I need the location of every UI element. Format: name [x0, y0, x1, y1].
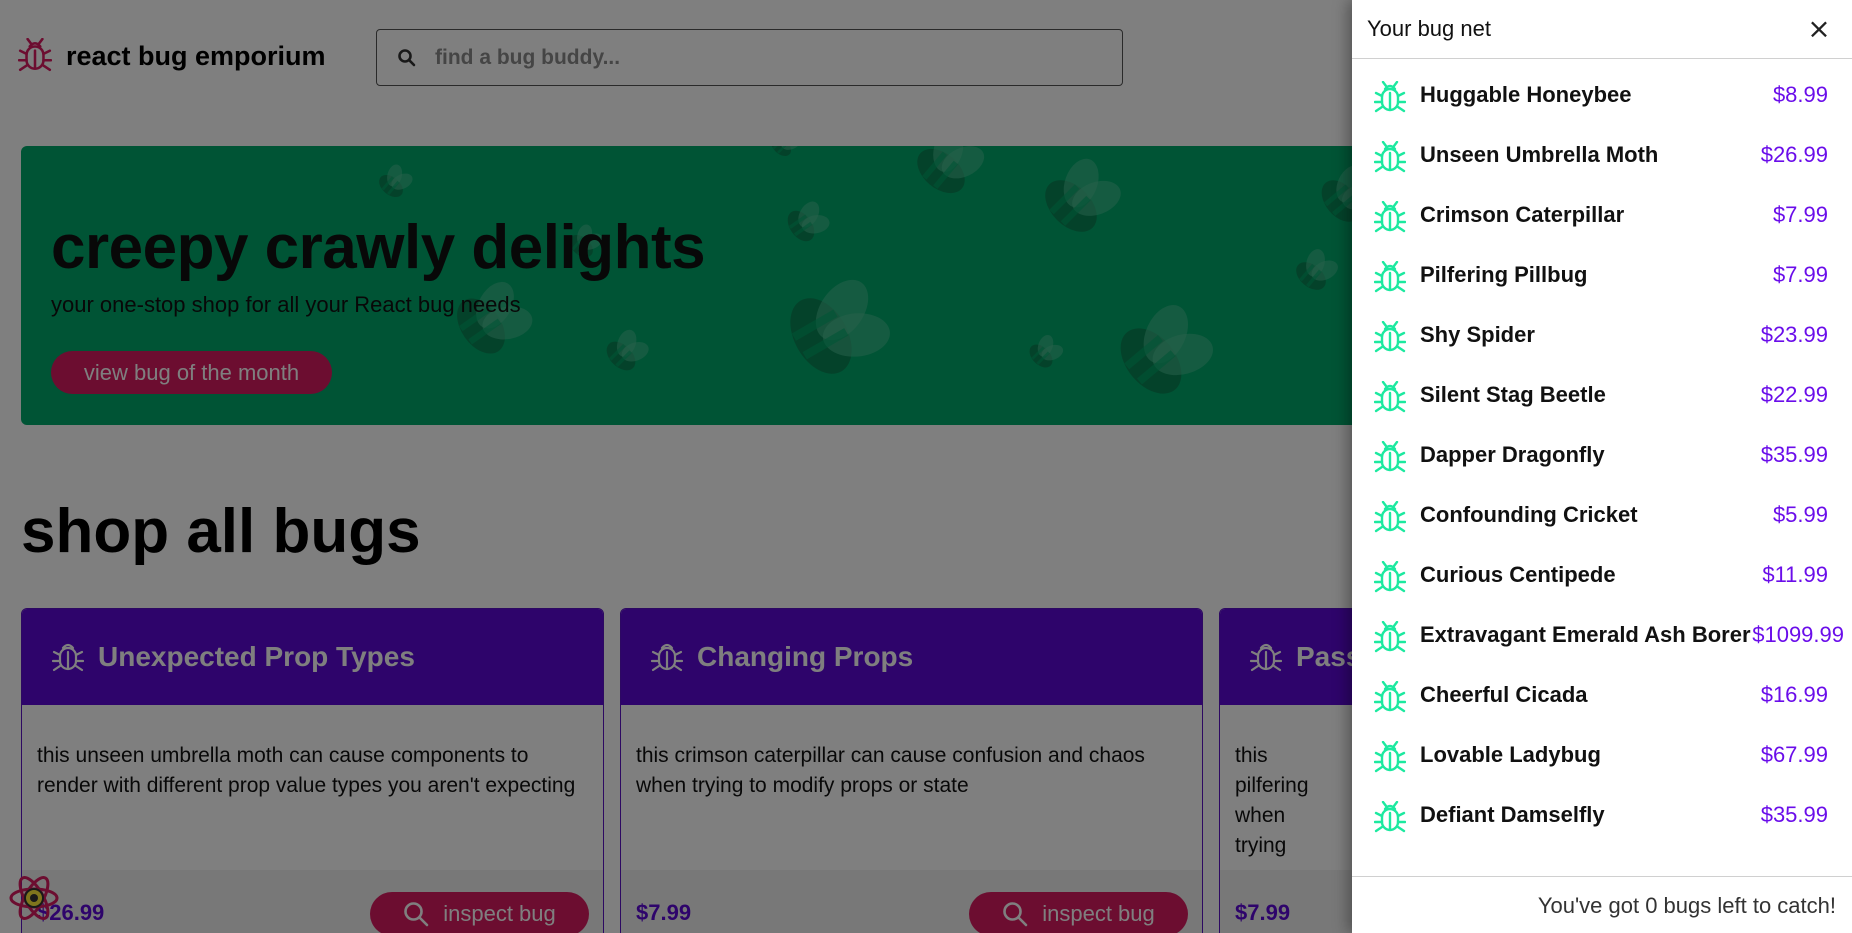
- list-item: Cheerful Cicada $16.99: [1352, 666, 1852, 726]
- list-item: Defiant Damselfly $35.99: [1352, 786, 1852, 846]
- bug-name: Curious Centipede: [1420, 562, 1616, 587]
- bug-price: $35.99: [1760, 802, 1828, 827]
- bug-price: $7.99: [1772, 262, 1828, 287]
- bug-name: Cheerful Cicada: [1420, 682, 1588, 707]
- bug-icon: [1374, 681, 1406, 715]
- bug-icon: [1374, 621, 1406, 655]
- bugs-remaining-text: You've got 0 bugs left to catch!: [1537, 893, 1836, 918]
- bug-name: Shy Spider: [1420, 322, 1535, 347]
- bug-name: Lovable Ladybug: [1420, 742, 1601, 767]
- bug-icon: [1374, 81, 1406, 115]
- close-icon[interactable]: ×: [1804, 14, 1834, 44]
- bug-price: $8.99: [1772, 82, 1828, 107]
- bug-name: Pilfering Pillbug: [1420, 262, 1588, 287]
- bug-icon: [1374, 501, 1406, 535]
- bug-name: Crimson Caterpillar: [1420, 202, 1625, 227]
- bug-price: $16.99: [1760, 682, 1828, 707]
- bug-name: Silent Stag Beetle: [1420, 382, 1606, 407]
- bug-name: Dapper Dragonfly: [1420, 442, 1605, 467]
- list-item: Confounding Cricket $5.99: [1352, 486, 1852, 546]
- bug-name: Huggable Honeybee: [1420, 82, 1632, 107]
- bug-icon: [1374, 741, 1406, 775]
- bug-price: $5.99: [1772, 502, 1828, 527]
- bug-icon: [1374, 561, 1406, 595]
- bug-name: Extravagant Emerald Ash Borer: [1420, 622, 1751, 647]
- bug-name: Unseen Umbrella Moth: [1420, 142, 1659, 167]
- bug-icon: [1374, 381, 1406, 415]
- bug-price: $67.99: [1760, 742, 1828, 767]
- bug-price: $26.99: [1760, 142, 1828, 167]
- list-item: Lovable Ladybug $67.99: [1352, 726, 1852, 786]
- bug-name: Defiant Damselfly: [1420, 802, 1605, 827]
- bug-net-drawer: Your bug net × Huggable Honeybee $8.99 Un…: [1352, 0, 1852, 933]
- list-item: Crimson Caterpillar $7.99: [1352, 186, 1852, 246]
- bug-net-list: Huggable Honeybee $8.99 Unseen Umbrella M…: [1352, 66, 1852, 846]
- list-item: Unseen Umbrella Moth $26.99: [1352, 126, 1852, 186]
- list-item: Curious Centipede $11.99: [1352, 546, 1852, 606]
- list-item: Dapper Dragonfly $35.99: [1352, 426, 1852, 486]
- drawer-header: Your bug net ×: [1352, 0, 1852, 59]
- list-item: Pilfering Pillbug $7.99: [1352, 246, 1852, 306]
- bug-price: $11.99: [1762, 562, 1828, 587]
- list-item: Extravagant Emerald Ash Borer $1099.99: [1352, 606, 1852, 666]
- bug-name: Confounding Cricket: [1420, 502, 1638, 527]
- bug-icon: [1374, 801, 1406, 835]
- bug-price: $22.99: [1760, 382, 1828, 407]
- bug-icon: [1374, 261, 1406, 295]
- bug-price: $1099.99: [1752, 622, 1844, 647]
- bug-price: $7.99: [1772, 202, 1828, 227]
- bug-icon: [1374, 441, 1406, 475]
- drawer-title: Your bug net: [1367, 16, 1491, 41]
- list-item: Silent Stag Beetle $22.99: [1352, 366, 1852, 426]
- list-item: Huggable Honeybee $8.99: [1352, 66, 1852, 126]
- bug-price: $23.99: [1760, 322, 1828, 347]
- bug-icon: [1374, 141, 1406, 175]
- list-item: Shy Spider $23.99: [1352, 306, 1852, 366]
- bug-icon: [1374, 321, 1406, 355]
- bug-icon: [1374, 201, 1406, 235]
- bug-price: $35.99: [1760, 442, 1828, 467]
- drawer-footer: You've got 0 bugs left to catch!: [1352, 876, 1852, 933]
